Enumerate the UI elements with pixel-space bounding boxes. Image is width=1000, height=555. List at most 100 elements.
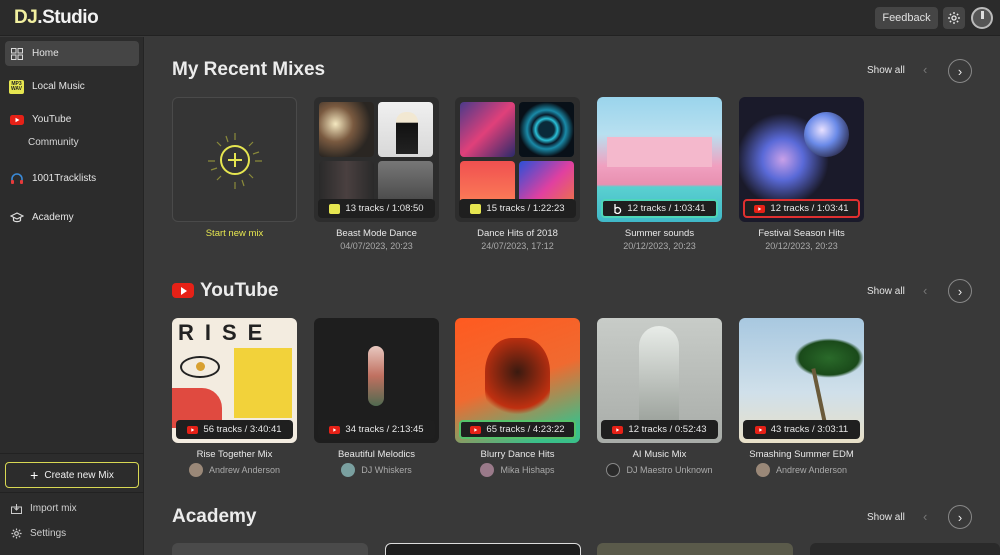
start-new-mix-label[interactable]: Start new mix xyxy=(172,228,297,239)
youtube-title-text[interactable]: AI Music Mix xyxy=(597,449,722,460)
academy-card[interactable] xyxy=(385,543,581,555)
gear-icon xyxy=(10,528,22,539)
user-avatar[interactable] xyxy=(971,7,993,29)
youtube-next-arrow[interactable]: › xyxy=(948,279,972,303)
youtube-icon xyxy=(612,425,624,434)
mp3-wav-icon xyxy=(329,203,341,214)
academy-title: Academy xyxy=(172,506,257,527)
author: Andrew Anderson xyxy=(172,463,297,477)
youtube-icon xyxy=(754,204,766,213)
youtube-card[interactable]: RISE 56 tracks / 3:40:41 xyxy=(172,318,297,443)
author-name: Andrew Anderson xyxy=(775,465,848,475)
academy-card[interactable] xyxy=(810,543,1000,555)
avatar xyxy=(606,463,621,477)
settings-gear-button[interactable] xyxy=(943,7,965,29)
mix-card[interactable]: 12 tracks / 1:03:41 xyxy=(739,97,864,222)
author-name: DJ Whiskers xyxy=(361,465,412,475)
tracks-badge: 15 tracks / 1:22:23 xyxy=(459,199,576,218)
author: DJ Whiskers xyxy=(314,463,439,477)
mix-date: 20/12/2023, 20:23 xyxy=(623,241,696,251)
tracks-text: 43 tracks / 3:03:11 xyxy=(770,424,849,435)
sidebar-item-home[interactable]: Home xyxy=(5,41,139,66)
recent-next-arrow[interactable]: › xyxy=(948,59,972,83)
avatar xyxy=(341,463,356,477)
cover-shape xyxy=(234,348,292,418)
settings-button[interactable]: Settings xyxy=(10,528,66,539)
mix-date: 24/07/2023, 17:12 xyxy=(481,241,554,251)
youtube-title-text[interactable]: Beautiful Melodics xyxy=(314,449,439,460)
tracks-badge: 12 tracks / 1:03:41 xyxy=(743,199,860,218)
mp3-wav-icon xyxy=(470,203,482,214)
youtube-card[interactable]: 34 tracks / 2:13:45 xyxy=(314,318,439,443)
plus-icon: + xyxy=(30,467,39,483)
sidebar: Home MP3 WAV Local Music YouTube Communi… xyxy=(0,37,144,555)
mix-date: 20/12/2023, 20:23 xyxy=(765,241,838,251)
tracks-text: 56 tracks / 3:40:41 xyxy=(203,424,282,435)
sidebar-item-1001tracklists[interactable]: 1001Tracklists xyxy=(5,166,139,191)
cover-building xyxy=(607,137,712,167)
tracks-text: 12 tracks / 1:03:41 xyxy=(627,203,706,214)
author: DJ Maestro Unknown xyxy=(597,463,722,477)
main-content: My Recent Mixes Show all ‹ › Start new m… xyxy=(145,37,1000,555)
create-new-mix-button[interactable]: + Create new Mix xyxy=(5,462,139,488)
cover-tile xyxy=(319,102,374,157)
mix-title[interactable]: Festival Season Hits xyxy=(739,228,864,239)
start-new-mix-card[interactable] xyxy=(172,97,297,222)
youtube-icon xyxy=(172,283,194,298)
cover-palm xyxy=(794,338,864,378)
mix-title[interactable]: Dance Hits of 2018 xyxy=(455,228,580,239)
sidebar-item-label: YouTube xyxy=(32,114,72,125)
youtube-show-all-link[interactable]: Show all xyxy=(867,286,905,297)
sidebar-item-academy[interactable]: Academy xyxy=(5,205,139,230)
academy-next-arrow[interactable]: › xyxy=(948,505,972,529)
cover-flower xyxy=(368,346,384,406)
import-mix-label: Import mix xyxy=(30,503,77,514)
mix-card[interactable]: 15 tracks / 1:22:23 xyxy=(455,97,580,222)
youtube-prev-arrow[interactable]: ‹ xyxy=(923,283,927,298)
youtube-title-text[interactable]: Smashing Summer EDM xyxy=(739,449,864,460)
mix-title[interactable]: Beast Mode Dance xyxy=(314,228,439,239)
feedback-button[interactable]: Feedback xyxy=(875,7,938,29)
youtube-card[interactable]: 65 tracks / 4:23:22 xyxy=(455,318,580,443)
youtube-title: YouTube xyxy=(200,280,279,301)
author-name: Mika Hishaps xyxy=(500,465,555,475)
import-icon xyxy=(10,503,22,514)
grid-icon xyxy=(9,47,24,60)
sidebar-item-youtube[interactable]: YouTube xyxy=(5,107,139,132)
academy-card[interactable] xyxy=(172,543,368,555)
youtube-icon xyxy=(9,113,24,126)
author: Andrew Anderson xyxy=(739,463,864,477)
recent-show-all-link[interactable]: Show all xyxy=(867,65,905,76)
youtube-icon xyxy=(470,425,482,434)
sidebar-item-local-music[interactable]: MP3 WAV Local Music xyxy=(5,74,139,99)
import-mix-button[interactable]: Import mix xyxy=(10,503,77,514)
academy-prev-arrow[interactable]: ‹ xyxy=(923,509,927,524)
youtube-card[interactable]: 12 tracks / 0:52:43 xyxy=(597,318,722,443)
academy-card[interactable] xyxy=(597,543,793,555)
youtube-card[interactable]: 43 tracks / 3:03:11 xyxy=(739,318,864,443)
academy-show-all-link[interactable]: Show all xyxy=(867,512,905,523)
sidebar-item-community[interactable]: Community xyxy=(28,137,79,148)
author-name: DJ Maestro Unknown xyxy=(626,465,713,475)
tracks-text: 13 tracks / 1:08:50 xyxy=(345,203,424,214)
tracks-badge: 34 tracks / 2:13:45 xyxy=(318,420,435,439)
mix-card[interactable]: 13 tracks / 1:08:50 xyxy=(314,97,439,222)
youtube-icon xyxy=(187,425,199,434)
mix-card[interactable]: 12 tracks / 1:03:41 xyxy=(597,97,722,222)
tracks-text: 65 tracks / 4:23:22 xyxy=(486,424,565,435)
tracks-badge: 12 tracks / 0:52:43 xyxy=(601,420,718,439)
tracks-badge: 12 tracks / 1:03:41 xyxy=(601,199,718,218)
mp3-wav-icon: MP3 WAV xyxy=(9,79,24,94)
avatar xyxy=(188,463,203,477)
tracks-badge: 56 tracks / 3:40:41 xyxy=(176,420,293,439)
headphones-icon xyxy=(9,172,24,185)
recent-prev-arrow[interactable]: ‹ xyxy=(923,62,927,77)
mix-title[interactable]: Summer sounds xyxy=(597,228,722,239)
app-logo[interactable]: DJ.Studio xyxy=(14,7,99,29)
cover-tile xyxy=(378,102,433,157)
youtube-title-text[interactable]: Rise Together Mix xyxy=(172,449,297,460)
tracks-text: 34 tracks / 2:13:45 xyxy=(345,424,424,435)
sidebar-item-label: Home xyxy=(32,48,59,59)
youtube-title-text[interactable]: Blurry Dance Hits xyxy=(455,449,580,460)
add-circle-icon xyxy=(220,145,250,175)
